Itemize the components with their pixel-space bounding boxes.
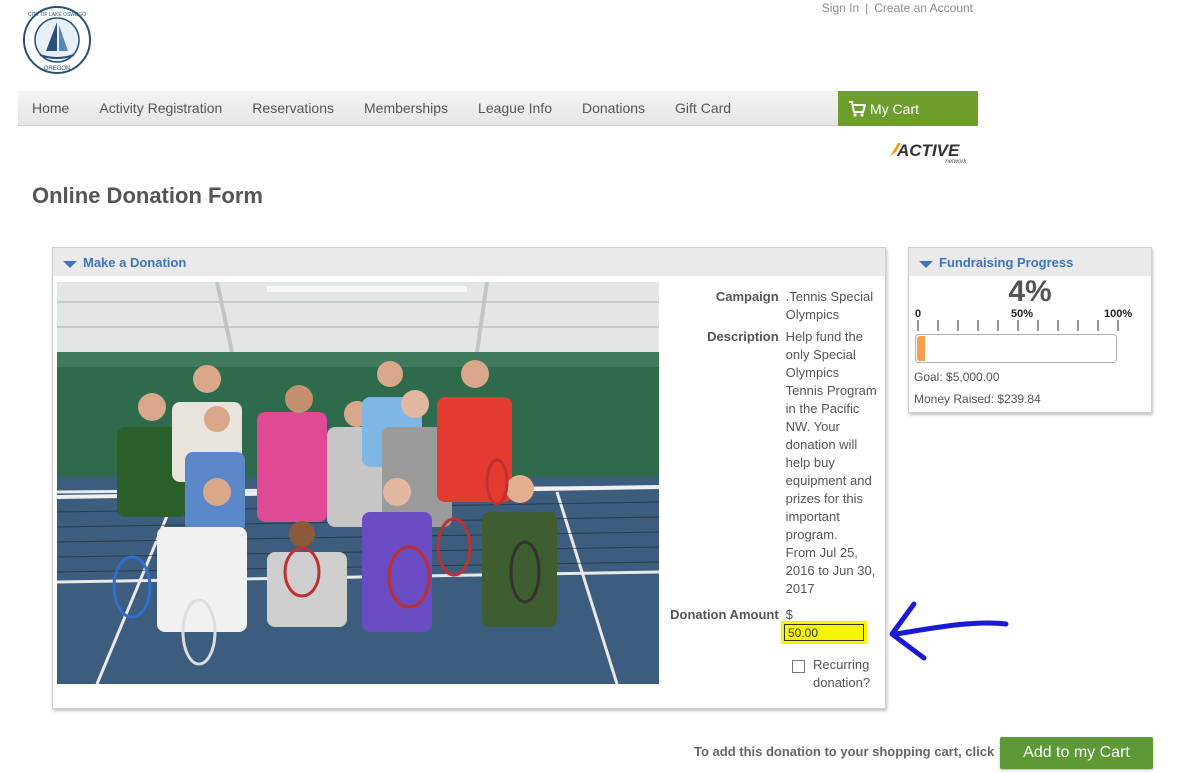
sign-in-link[interactable]: Sign In — [822, 1, 859, 15]
campaign-value: .Tennis Special Olympics — [785, 289, 874, 322]
main-nav: Home Activity Registration Reservations … — [18, 91, 838, 126]
logo-bottom-text: OREGON — [44, 66, 71, 72]
collapse-triangle-icon — [63, 260, 77, 268]
fundraising-progress-panel: Fundraising Progress 4% 0 50% 100% Goal:… — [908, 247, 1152, 413]
cart-icon — [849, 100, 866, 117]
cart-label: My Cart — [870, 100, 919, 117]
fundraising-progress-title: Fundraising Progress — [939, 254, 1074, 270]
progress-ticks — [917, 320, 1119, 331]
nav-memberships[interactable]: Memberships — [349, 91, 463, 125]
scale-start: 0 — [915, 308, 922, 320]
campaign-label: Campaign — [715, 289, 779, 304]
nav-league-info[interactable]: League Info — [463, 91, 567, 125]
page-title: Online Donation Form — [32, 183, 263, 208]
campaign-details: Campaign .Tennis Special Olympics Descri… — [665, 288, 877, 624]
account-links: Sign In | Create an Account — [822, 1, 973, 15]
description-block: Help fund the only Special Olympics Tenn… — [786, 328, 877, 598]
make-donation-panel: Make a Donation Campaign .Tennis Special… — [52, 247, 886, 709]
goal-amount: Goal: $5,000.00 — [914, 370, 1000, 384]
scale-mid: 50% — [1011, 308, 1034, 320]
campaign-photo — [57, 282, 659, 684]
panel-header[interactable]: Make a Donation — [53, 248, 885, 276]
active-brand-sub: network. — [945, 159, 968, 165]
donation-amount-label: Donation Amount — [670, 607, 779, 622]
nav-donations[interactable]: Donations — [567, 91, 660, 125]
progress-bar-fill — [917, 336, 925, 361]
amount-row: Donation Amount $ — [665, 606, 877, 624]
currency-symbol: $ — [785, 607, 793, 622]
scale-end: 100% — [1104, 308, 1133, 320]
add-to-cart-button[interactable]: Add to my Cart — [1000, 737, 1153, 769]
make-donation-title: Make a Donation — [83, 254, 187, 270]
nav-reservations[interactable]: Reservations — [237, 91, 349, 125]
recurring-checkbox[interactable] — [792, 660, 805, 673]
description-row: Description Help fund the only Special O… — [665, 328, 877, 598]
city-logo[interactable]: CITY OF LAKE OSWEGO OREGON — [22, 5, 92, 75]
active-network-logo: ACTIVE network. — [888, 140, 970, 166]
create-account-link[interactable]: Create an Account — [874, 1, 973, 15]
nav-home[interactable]: Home — [18, 91, 84, 125]
logo-top-text: CITY OF LAKE OSWEGO — [28, 12, 86, 18]
progress-percent: 4% — [1008, 275, 1052, 308]
campaign-row: Campaign .Tennis Special Olympics — [665, 288, 877, 324]
date-range: From Jul 25, 2016 to Jun 30, 2017 — [785, 545, 876, 596]
money-raised: Money Raised: $239.84 — [914, 392, 1041, 406]
recurring-option: Recurring donation? — [792, 657, 873, 692]
link-separator: | — [865, 1, 869, 15]
progress-panel-header[interactable]: Fundraising Progress — [909, 248, 1151, 276]
collapse-triangle-icon — [919, 260, 933, 268]
progress-bar — [915, 334, 1117, 363]
my-cart-button[interactable]: My Cart — [838, 91, 978, 126]
recurring-label: Recurring donation? — [813, 657, 871, 690]
description-value: Help fund the only Special Olympics Tenn… — [785, 329, 877, 542]
annotation-arrow-icon — [889, 601, 1009, 661]
nav-gift-card[interactable]: Gift Card — [660, 91, 746, 125]
active-brand-name: ACTIVE — [896, 141, 960, 160]
progress-scale: 0 50% 100% — [915, 308, 1137, 320]
nav-activity-registration[interactable]: Activity Registration — [84, 91, 237, 125]
description-label: Description — [707, 329, 779, 344]
add-to-cart-instruction: To add this donation to your shopping ca… — [694, 744, 995, 759]
donation-amount-input[interactable] — [784, 624, 864, 641]
